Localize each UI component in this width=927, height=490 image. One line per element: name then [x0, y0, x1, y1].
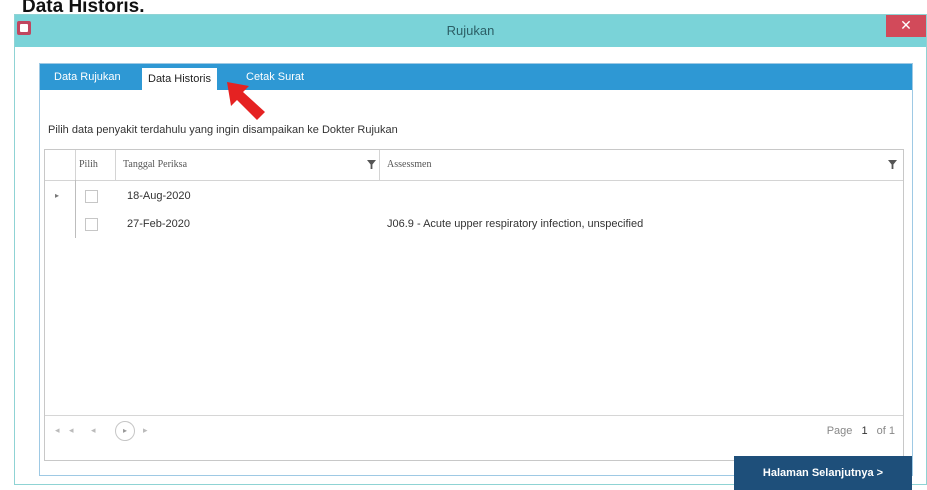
row-checkbox[interactable] — [85, 218, 98, 231]
window-title: Rujukan — [446, 23, 495, 38]
title-bar: Rujukan ✕ — [15, 15, 926, 47]
page-info: Page 1 of 1 — [827, 425, 895, 437]
column-header-pilih[interactable]: Pilih — [79, 150, 98, 180]
prev-page-icon[interactable]: ◂ — [69, 426, 74, 436]
red-arrow-icon — [227, 82, 265, 120]
filter-icon[interactable] — [367, 160, 376, 169]
tab-data-rujukan[interactable]: Data Rujukan — [48, 64, 127, 90]
rujukan-dialog: Rujukan ✕ Data Rujukan Data Historis Cet… — [14, 14, 927, 490]
pager: ◂ ◂ ◂ ▸ ▸ Page 1 of 1 — [45, 415, 903, 450]
table-row[interactable]: ▸ 18-Aug-2020 — [45, 184, 903, 212]
column-header-assessmen[interactable]: Assessmen — [387, 150, 431, 180]
instruction-text: Pilih data penyakit terdahulu yang ingin… — [48, 124, 398, 136]
cell-tanggal: 27-Feb-2020 — [127, 218, 190, 230]
row-checkbox[interactable] — [85, 190, 98, 203]
cell-tanggal: 18-Aug-2020 — [127, 190, 191, 202]
tab-panel: Data Rujukan Data Historis Cetak Surat P… — [39, 63, 913, 490]
first-page-icon[interactable]: ◂ — [55, 426, 60, 436]
column-header-tanggal-periksa[interactable]: Tanggal Periksa — [123, 150, 187, 180]
page-total: of 1 — [876, 425, 895, 437]
grid-header: Pilih Tanggal Periksa Assessmen — [45, 150, 903, 181]
page-label: Page — [826, 425, 853, 437]
table-row[interactable]: 27-Feb-2020 J06.9 - Acute upper respirat… — [45, 212, 903, 240]
prev-page-icon[interactable]: ◂ — [91, 426, 96, 436]
filter-icon[interactable] — [888, 160, 897, 169]
page-number[interactable]: 1 — [861, 425, 867, 437]
history-grid: Pilih Tanggal Periksa Assessmen ▸ 18-Aug… — [44, 149, 904, 461]
tab-bar: Data Rujukan Data Historis Cetak Surat — [40, 64, 912, 90]
close-button[interactable]: ✕ — [886, 15, 926, 37]
last-page-icon[interactable]: ▸ — [143, 426, 148, 436]
row-indicator-icon: ▸ — [55, 191, 60, 200]
tab-data-historis[interactable]: Data Historis — [142, 68, 217, 90]
cell-assessmen: J06.9 - Acute upper respiratory infectio… — [387, 218, 644, 230]
next-page-icon[interactable]: ▸ — [115, 421, 135, 441]
